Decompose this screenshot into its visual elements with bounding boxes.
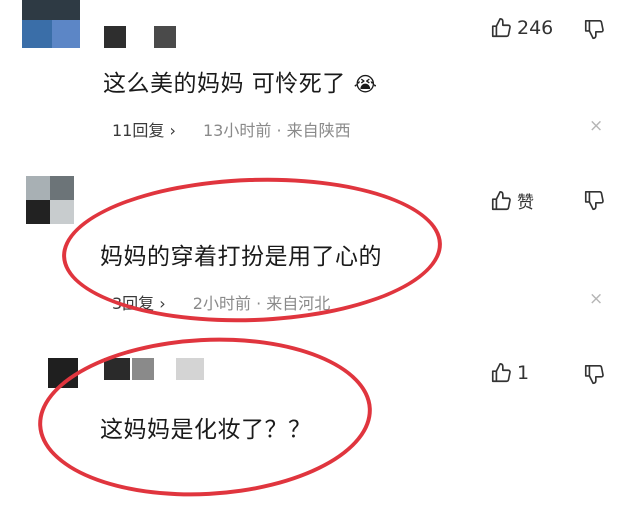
reply-count-link[interactable]: 3回复 › <box>112 294 166 313</box>
avatar[interactable] <box>22 0 80 48</box>
location: 来自陕西 <box>286 121 351 140</box>
close-icon[interactable]: × <box>589 289 603 309</box>
like-count: 246 <box>517 17 554 39</box>
like-label: 赞 <box>517 193 534 213</box>
timestamp: 13小时前 <box>202 121 272 140</box>
avatar[interactable] <box>48 358 78 388</box>
thumbs-up-icon <box>490 362 512 384</box>
comment-item: 赞 妈妈的穿着打扮是用了心的 3回复 › 2小时前 · 来自河北 × <box>0 170 640 340</box>
comment-text: 这么美的妈妈 可怜死了 😭 <box>103 71 378 97</box>
separator: · <box>276 121 282 140</box>
dislike-button[interactable] <box>583 190 605 212</box>
timestamp: 2小时前 <box>192 294 251 313</box>
comment-meta: 11回复 › 13小时前 · 来自陕西 <box>112 117 351 141</box>
username-part[interactable] <box>154 26 176 48</box>
chevron-right-icon: › <box>159 294 166 313</box>
thumbs-down-icon <box>584 20 604 40</box>
dislike-button[interactable] <box>583 19 605 41</box>
comment-meta: 3回复 › 2小时前 · 来自河北 <box>112 290 330 314</box>
location: 来自河北 <box>266 294 331 313</box>
like-button[interactable]: 246 <box>490 17 553 39</box>
separator: · <box>256 294 262 313</box>
username-part[interactable] <box>132 358 154 380</box>
username[interactable] <box>104 26 126 48</box>
thumbs-up-icon <box>490 190 512 212</box>
close-icon[interactable]: × <box>589 116 603 136</box>
username[interactable] <box>104 358 130 380</box>
thumbs-down-icon <box>584 191 604 211</box>
thumbs-down-icon <box>584 365 604 385</box>
chevron-right-icon: › <box>169 121 176 140</box>
avatar[interactable] <box>26 176 74 224</box>
comment-item: 246 这么美的妈妈 可怜死了 😭 11回复 › 13小时前 · 来自陕西 × <box>0 0 640 160</box>
dislike-button[interactable] <box>583 364 605 386</box>
username-part[interactable] <box>176 358 204 380</box>
like-button[interactable]: 1 <box>490 362 529 384</box>
thumbs-up-icon <box>490 17 512 39</box>
comment-item: 1 这妈妈是化妆了？？ <box>0 352 640 448</box>
like-button[interactable]: 赞 <box>490 188 534 213</box>
comment-text: 妈妈的穿着打扮是用了心的 <box>100 244 382 270</box>
comment-text: 这妈妈是化妆了？？ <box>100 417 312 443</box>
crying-emoji-icon: 😭 <box>353 72 378 96</box>
like-count: 1 <box>517 362 530 384</box>
reply-count-link[interactable]: 11回复 › <box>112 121 176 140</box>
